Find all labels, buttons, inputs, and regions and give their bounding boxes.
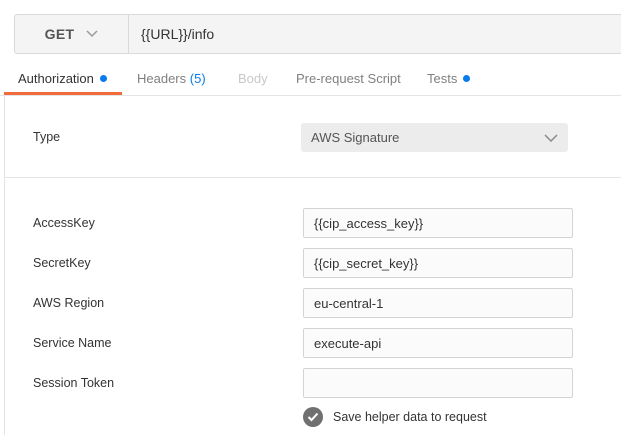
access-key-label: AccessKey	[33, 216, 95, 230]
tab-body-label: Body	[238, 71, 268, 86]
service-name-label: Service Name	[33, 336, 112, 350]
tab-authorization[interactable]: Authorization	[18, 62, 107, 95]
tab-pre-request-script-label: Pre-request Script	[296, 71, 401, 86]
active-tab-underline	[4, 92, 122, 95]
auth-type-select[interactable]: AWS Signature	[301, 123, 568, 152]
secret-key-label: SecretKey	[33, 256, 91, 270]
request-url-bar: GET	[14, 14, 621, 54]
tab-headers-count: (5)	[189, 71, 206, 86]
chevron-down-icon	[544, 123, 558, 152]
access-key-field[interactable]	[303, 208, 573, 238]
secret-key-field[interactable]	[303, 248, 573, 278]
tab-tests[interactable]: Tests	[427, 62, 471, 95]
panel-left-border	[4, 96, 5, 435]
save-helper-data-toggle[interactable]: Save helper data to request	[303, 405, 487, 429]
save-helper-data-label: Save helper data to request	[333, 410, 487, 424]
tab-body: Body	[238, 62, 268, 95]
request-tabs: Authorization Headers (5) Body Pre-reque…	[0, 62, 621, 96]
tab-tests-label: Tests	[427, 71, 458, 86]
tab-authorization-label: Authorization	[18, 71, 94, 86]
tab-headers-label: Headers	[137, 71, 187, 86]
aws-region-label: AWS Region	[33, 296, 105, 310]
chevron-down-icon	[86, 25, 98, 43]
service-name-field[interactable]	[303, 328, 573, 358]
tab-pre-request-script[interactable]: Pre-request Script	[296, 62, 401, 95]
tab-headers[interactable]: Headers (5)	[137, 62, 206, 95]
auth-type-value: AWS Signature	[311, 130, 400, 145]
tab-authorization-indicator-dot	[99, 75, 107, 83]
type-label: Type	[33, 130, 61, 144]
session-token-label: Session Token	[33, 376, 115, 390]
session-token-field[interactable]	[303, 368, 573, 398]
url-input[interactable]	[129, 15, 621, 53]
checkmark-icon	[303, 407, 323, 427]
method-dropdown[interactable]: GET	[15, 15, 129, 53]
section-divider	[4, 177, 621, 178]
tab-tests-indicator-dot	[463, 75, 471, 83]
aws-region-field[interactable]	[303, 288, 573, 318]
method-label: GET	[44, 26, 75, 42]
